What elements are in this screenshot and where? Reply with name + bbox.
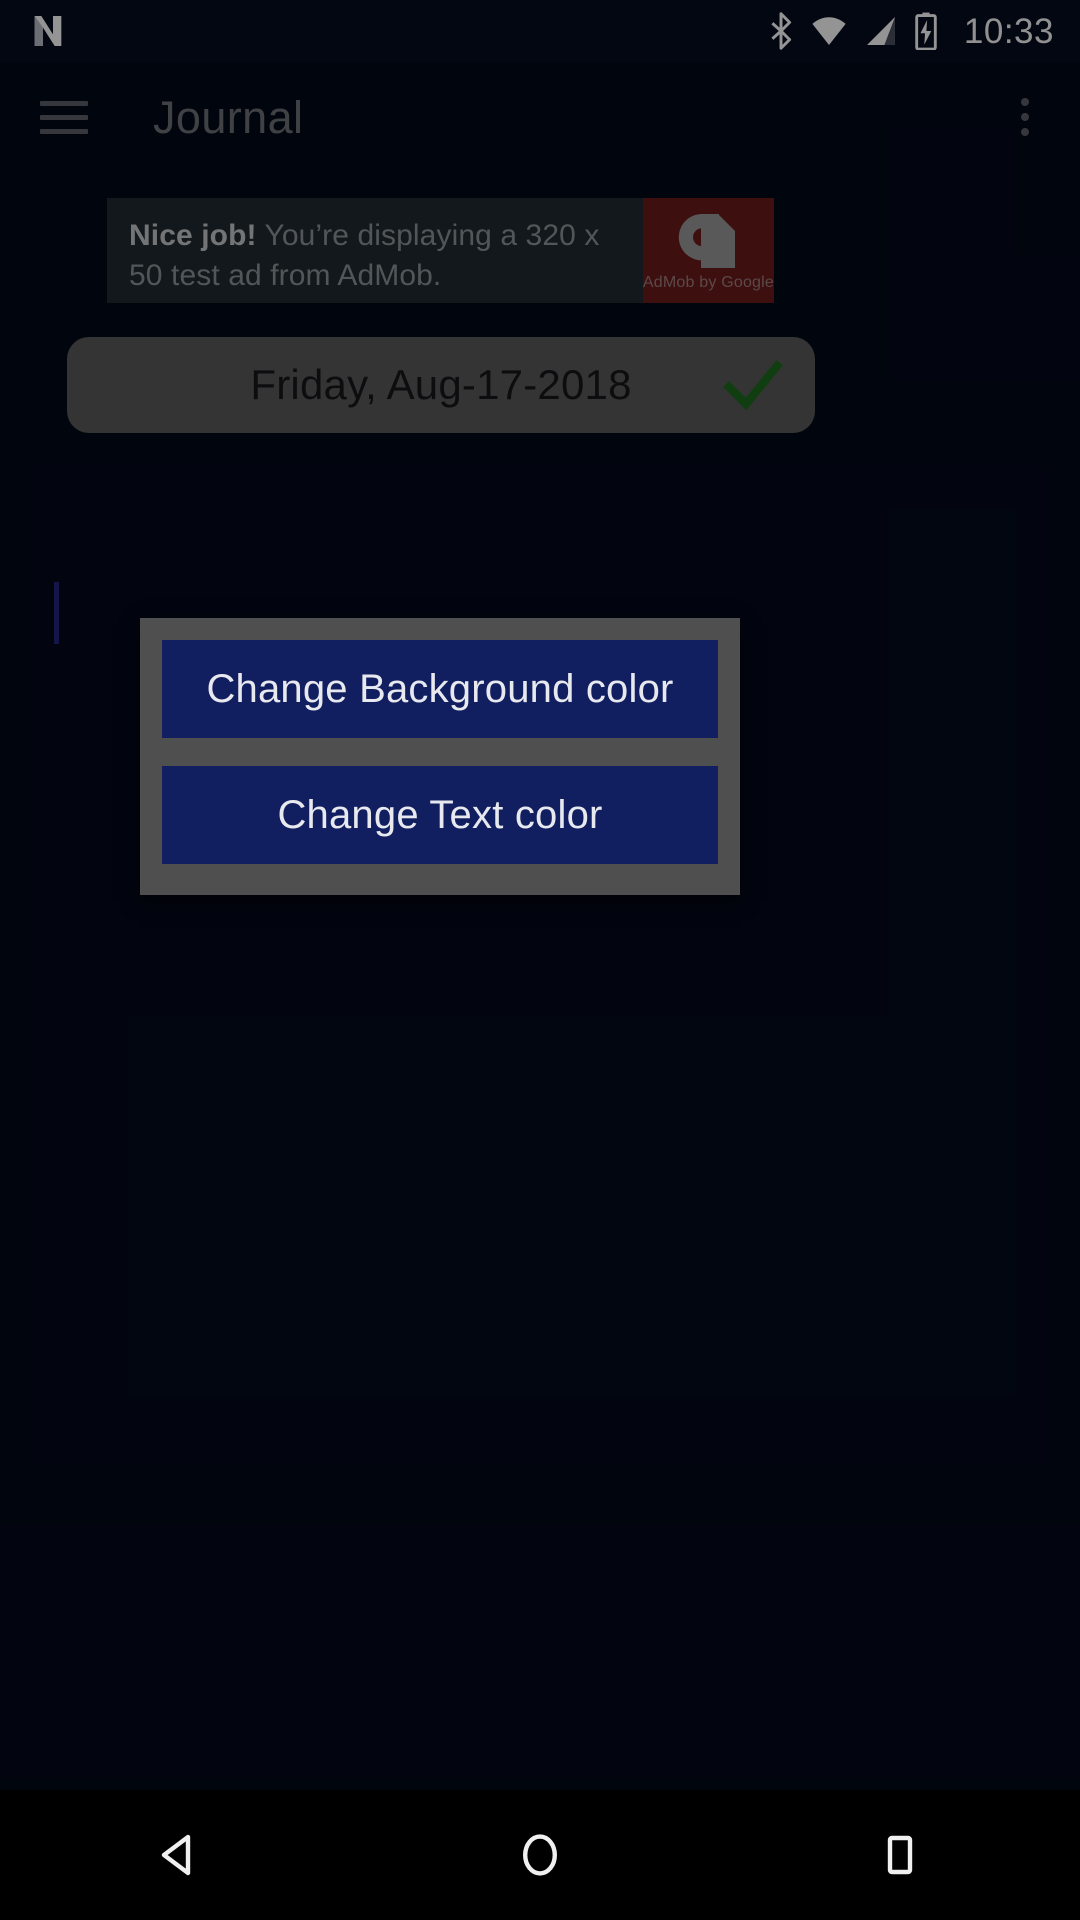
home-circle-icon[interactable] (360, 1790, 720, 1920)
recents-square-icon[interactable] (720, 1790, 1080, 1920)
change-background-color-button[interactable]: Change Background color (162, 640, 718, 738)
change-text-color-label: Change Text color (277, 793, 603, 837)
phone-screen: 10:33 Journal Nice job! You’re displayin… (0, 0, 1080, 1920)
android-navigation-bar (0, 1790, 1080, 1920)
change-background-color-label: Change Background color (206, 667, 674, 711)
color-options-dialog: Change Background color Change Text colo… (140, 618, 740, 895)
dialog-scrim[interactable] (0, 0, 1080, 1790)
back-triangle-icon[interactable] (0, 1790, 360, 1920)
change-text-color-button[interactable]: Change Text color (162, 766, 718, 864)
